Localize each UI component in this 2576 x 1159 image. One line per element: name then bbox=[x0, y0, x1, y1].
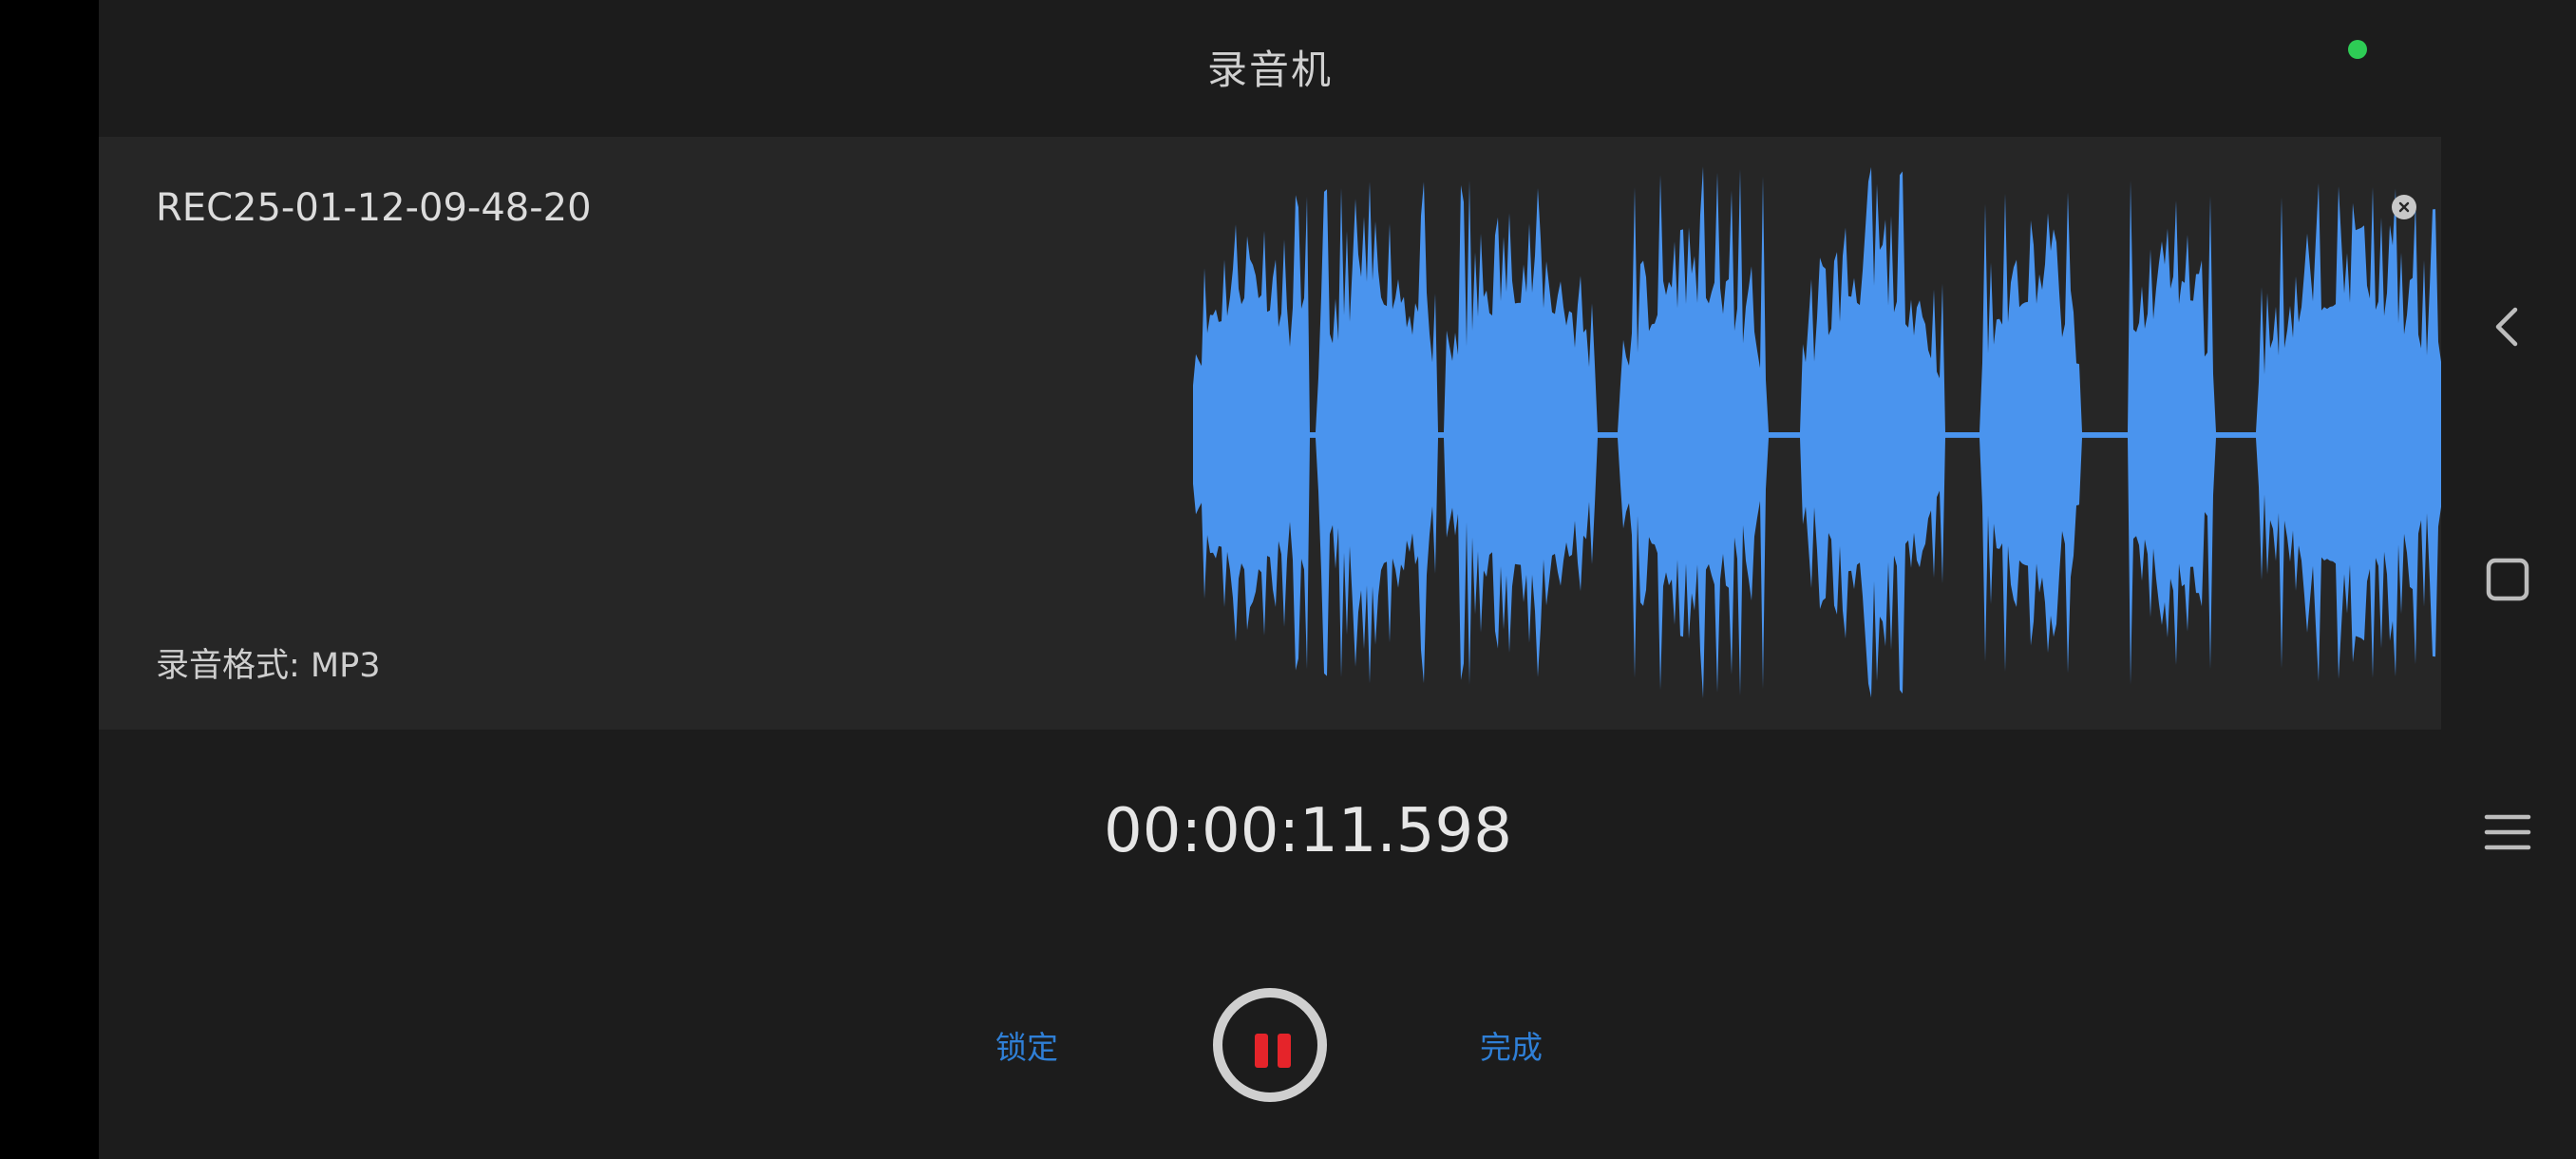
back-icon[interactable] bbox=[2479, 298, 2536, 355]
lock-button[interactable]: 锁定 bbox=[995, 1022, 1058, 1068]
recording-format: 录音格式: MP3 bbox=[156, 647, 381, 685]
menu-icon[interactable] bbox=[2479, 804, 2536, 861]
status-indicator bbox=[2348, 40, 2367, 59]
recording-card: REC25-01-12-09-48-20 录音格式: MP3 bbox=[99, 137, 2441, 730]
pause-button[interactable] bbox=[1213, 988, 1327, 1102]
done-button[interactable]: 完成 bbox=[1480, 1022, 1543, 1068]
system-nav-bar bbox=[2441, 0, 2576, 1159]
waveform bbox=[1193, 166, 2441, 699]
pause-icon bbox=[1255, 1034, 1268, 1068]
waveform-shape bbox=[1193, 166, 2441, 699]
close-icon[interactable] bbox=[2392, 195, 2416, 219]
pause-icon bbox=[1278, 1034, 1291, 1068]
recording-filename: REC25-01-12-09-48-20 bbox=[156, 186, 592, 230]
home-icon[interactable] bbox=[2479, 551, 2536, 608]
elapsed-timer: 00:00:11.598 bbox=[1104, 796, 1512, 866]
page-title: 录音机 bbox=[1206, 47, 1333, 93]
